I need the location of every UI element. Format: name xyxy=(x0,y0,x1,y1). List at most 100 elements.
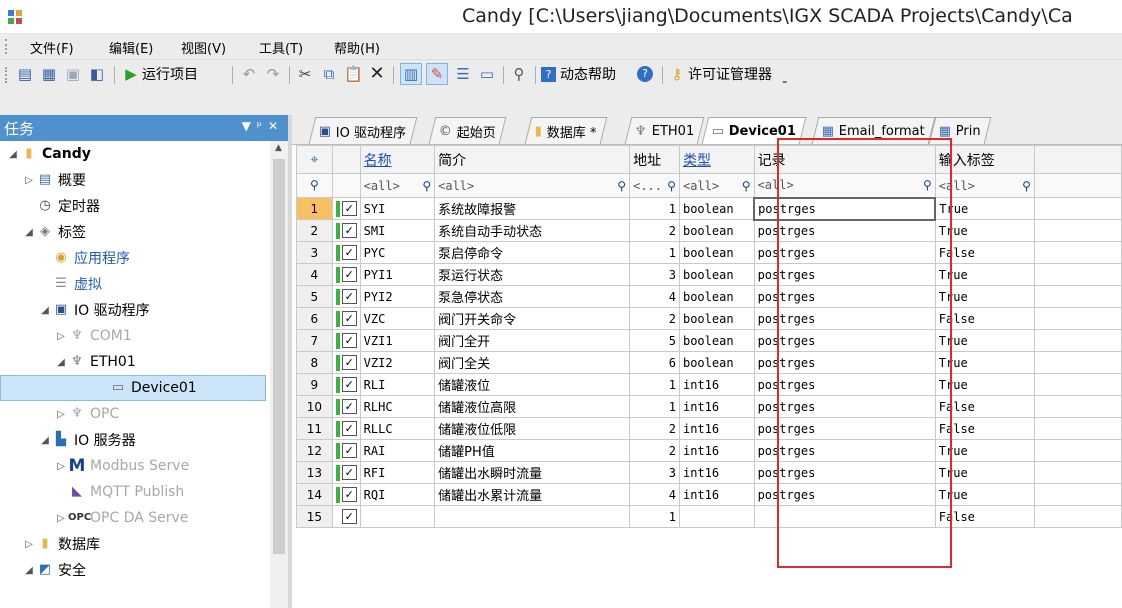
filter-description[interactable]: <all> ⚲ xyxy=(434,173,631,198)
col-header-type[interactable]: 类型 xyxy=(678,145,755,174)
tree-item-mqtt[interactable]: ◣ MQTT Publish xyxy=(0,479,288,505)
cell-description[interactable]: 阀门开关命令 xyxy=(434,307,631,330)
collapsed-icon[interactable]: ▷ xyxy=(22,539,36,550)
filter-log[interactable]: <all> ⚲ xyxy=(753,173,936,198)
cell-description[interactable]: 泵启停命令 xyxy=(434,241,631,264)
tree-item-io-servers[interactable]: ◢ ▙ IO 服务器 xyxy=(0,427,288,453)
cell-type[interactable]: int16 xyxy=(678,373,755,396)
tree-item-opc[interactable]: ▷ ♆ OPC xyxy=(0,401,288,427)
cell-log[interactable]: postrges xyxy=(753,307,936,330)
cell-address[interactable]: 6 xyxy=(629,351,680,374)
cell-input-tag[interactable]: True xyxy=(934,461,1035,484)
col-header-log[interactable]: 记录 xyxy=(753,145,936,174)
cell-name[interactable]: RLHC xyxy=(359,395,436,418)
row-number[interactable]: 2 xyxy=(296,219,333,242)
checkbox[interactable]: ✓ xyxy=(341,245,357,260)
tab-database[interactable]: ▮ 数据库 * xyxy=(524,117,608,144)
cell-type[interactable]: int16 xyxy=(678,417,755,440)
row-number[interactable]: 12 xyxy=(296,439,333,462)
collapsed-icon[interactable]: ▷ xyxy=(54,513,68,524)
cell-address[interactable]: 1 xyxy=(629,241,680,264)
checkbox[interactable]: ✓ xyxy=(341,289,357,304)
table-row[interactable]: 13 ✓ RFI 储罐出水瞬时流量 3 int16 postrges True xyxy=(296,461,1122,484)
toolbar-overflow-button[interactable]: ₌ xyxy=(782,70,787,92)
cell-log[interactable]: postrges xyxy=(753,483,936,506)
cell-type[interactable]: boolean xyxy=(678,263,755,286)
cell-input-tag[interactable]: False xyxy=(934,395,1035,418)
cell-input-tag[interactable]: True xyxy=(934,439,1035,462)
cell-description[interactable]: 储罐液位低限 xyxy=(434,417,631,440)
cell-log[interactable]: postrges xyxy=(753,285,936,308)
open-project-button[interactable]: ▦ xyxy=(40,63,58,85)
cell-type[interactable]: boolean xyxy=(678,329,755,352)
checkbox[interactable]: ✓ xyxy=(341,399,357,414)
tab-io-drivers[interactable]: ▣ IO 驱动程序 xyxy=(308,117,417,144)
cell-log[interactable]: postrges xyxy=(753,373,936,396)
enabled-cell[interactable]: ✓ xyxy=(331,329,361,352)
cell-address[interactable]: 1 xyxy=(629,395,680,418)
cell-description[interactable]: 储罐出水瞬时流量 xyxy=(434,461,631,484)
cell-input-tag[interactable]: True xyxy=(934,197,1035,220)
checkbox[interactable]: ✓ xyxy=(341,355,357,370)
tree-item-virtual[interactable]: ☰ 虚拟 xyxy=(0,271,288,297)
expanded-icon[interactable]: ◢ xyxy=(38,435,52,446)
menu-edit[interactable]: 编辑(E) xyxy=(109,38,153,57)
cell-description[interactable]: 储罐液位高限 xyxy=(434,395,631,418)
collapsed-icon[interactable]: ▷ xyxy=(54,331,68,342)
cell-name[interactable]: VZI2 xyxy=(359,351,436,374)
table-row[interactable]: 9 ✓ RLI 储罐液位 1 int16 postrges True xyxy=(296,373,1122,396)
tree-item-device01[interactable]: ▭ Device01 xyxy=(0,375,266,401)
cell-type[interactable]: boolean xyxy=(678,219,755,242)
cell-description[interactable]: 系统故障报警 xyxy=(434,197,631,220)
collapsed-icon[interactable]: ▷ xyxy=(54,409,68,420)
checkbox[interactable]: ✓ xyxy=(341,267,357,282)
tree-item-application[interactable]: ◉ 应用程序 xyxy=(0,245,288,271)
tab-start-page[interactable]: © 起始页 xyxy=(428,117,507,144)
cell-input-tag[interactable]: True xyxy=(934,483,1035,506)
new-project-button[interactable]: ▤ xyxy=(16,63,34,85)
table-row[interactable]: 14 ✓ RQI 储罐出水累计流量 4 int16 postrges True xyxy=(296,483,1122,506)
tree-item-eth01[interactable]: ◢ ♆ ETH01 xyxy=(0,349,288,375)
run-project-button[interactable]: ▶ 运行项目 xyxy=(122,63,198,85)
enabled-cell[interactable]: ✓ xyxy=(331,395,361,418)
license-manager-button[interactable]: ⚷ 许可证管理器 xyxy=(668,63,773,85)
cell-description[interactable]: 泵急停状态 xyxy=(434,285,631,308)
save-button[interactable]: ▣ xyxy=(64,63,82,85)
cell-type[interactable]: int16 xyxy=(678,461,755,484)
cell-log[interactable]: postrges xyxy=(753,196,937,221)
scroll-up-icon[interactable]: ▲ xyxy=(275,143,282,153)
enabled-cell[interactable]: ✓ xyxy=(331,307,361,330)
table-row[interactable]: 15 ✓ 1 False xyxy=(296,505,1122,528)
close-icon[interactable]: ✕ xyxy=(268,119,284,133)
scroll-thumb[interactable] xyxy=(273,159,285,554)
cell-input-tag[interactable]: True xyxy=(934,329,1035,352)
enabled-cell[interactable]: ✓ xyxy=(331,285,361,308)
cell-type[interactable]: boolean xyxy=(678,307,755,330)
expanded-icon[interactable]: ◢ xyxy=(6,149,20,160)
search-icon[interactable]: ⚲ xyxy=(667,179,676,193)
tree-scrollbar[interactable]: ▲ xyxy=(270,141,288,608)
cell-name[interactable]: SYI xyxy=(359,197,436,220)
row-number[interactable]: 9 xyxy=(296,373,333,396)
list-button[interactable]: ☰ xyxy=(454,63,472,85)
cell-name[interactable]: PYI2 xyxy=(359,285,436,308)
checkbox[interactable]: ✓ xyxy=(341,311,357,326)
collapsed-icon[interactable]: ▷ xyxy=(54,461,68,472)
copy-button[interactable]: ⧉ xyxy=(320,63,338,85)
cell-input-tag[interactable]: True xyxy=(934,351,1035,374)
menu-file[interactable]: 文件(F) xyxy=(30,38,74,57)
dropdown-icon[interactable]: ▼ xyxy=(242,119,257,133)
row-number[interactable]: 3 xyxy=(296,241,333,264)
cell-address[interactable]: 1 xyxy=(629,505,680,528)
tree-item-security[interactable]: ◢ ◩ 安全 xyxy=(0,557,288,583)
cell-description[interactable]: 泵运行状态 xyxy=(434,263,631,286)
delete-button[interactable]: ✕ xyxy=(368,63,386,85)
search-icon[interactable]: ⚲ xyxy=(1022,179,1031,193)
cell-log[interactable]: postrges xyxy=(753,395,936,418)
cell-address[interactable]: 4 xyxy=(629,285,680,308)
row-number[interactable]: 5 xyxy=(296,285,333,308)
menu-grip[interactable] xyxy=(5,39,10,54)
cell-name[interactable]: SMI xyxy=(359,219,436,242)
toggle-view-button[interactable]: ▥ xyxy=(400,63,422,85)
row-number[interactable]: 6 xyxy=(296,307,333,330)
